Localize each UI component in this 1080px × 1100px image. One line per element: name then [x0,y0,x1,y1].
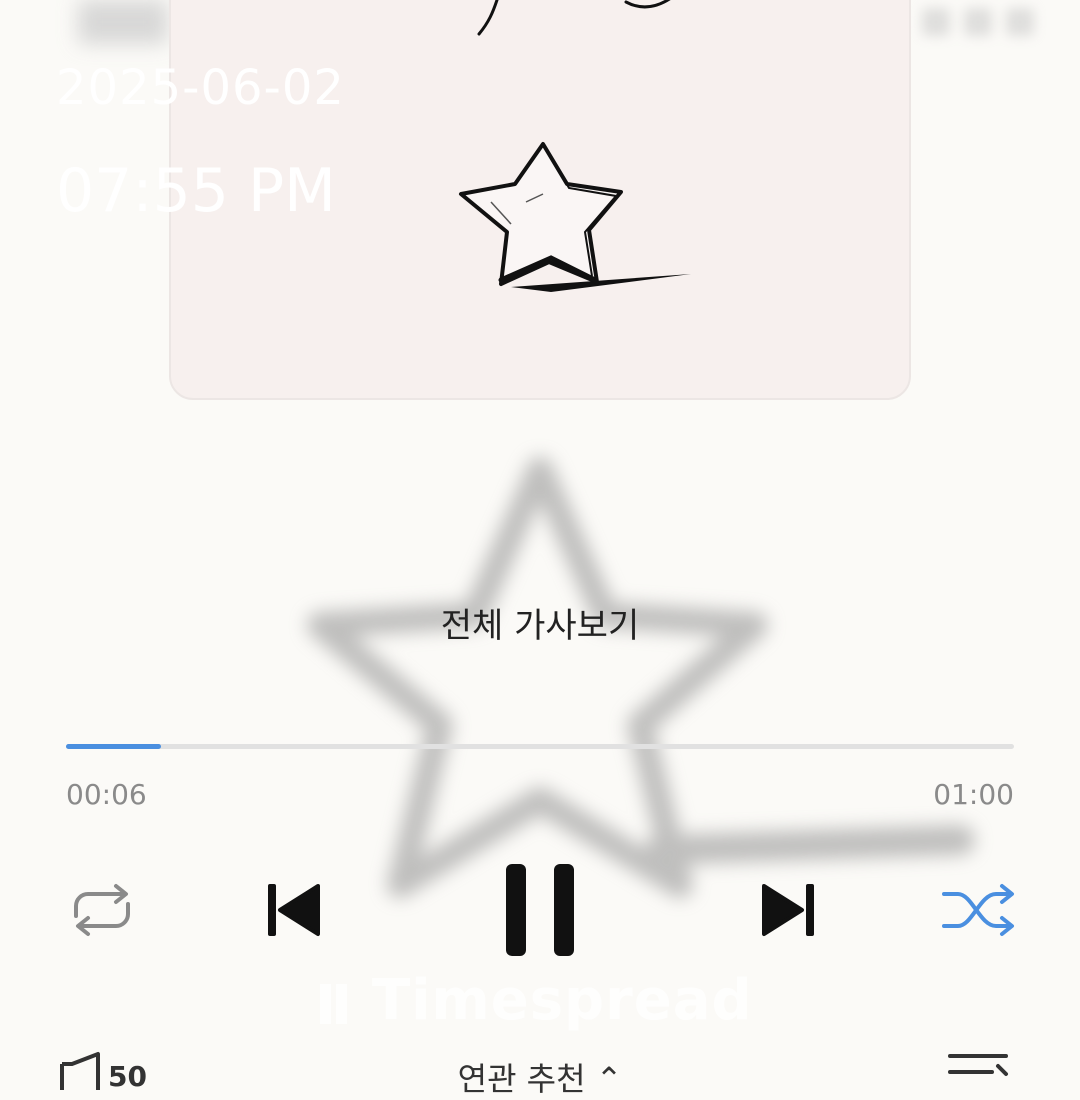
pause-icon[interactable] [502,862,578,958]
skip-previous-icon[interactable] [266,882,320,938]
progress-bar[interactable] [66,744,1014,749]
shuffle-icon[interactable] [940,880,1016,940]
blurred-header-actions [922,8,1062,48]
total-time: 01:00 [933,778,1014,811]
watermark-logo-icon [320,983,356,1024]
related-recommendations-button[interactable]: 연관 추천 ⌃ [0,1054,1080,1100]
overlay-time: 07:55 PM [56,156,336,226]
chevron-up-icon: ⌃ [595,1060,623,1098]
related-label: 연관 추천 [457,1060,586,1098]
playlist-icon[interactable] [946,1050,1010,1090]
full-lyrics-button[interactable]: 전체 가사보기 [0,598,1080,647]
repeat-icon[interactable] [62,880,142,940]
background-blur-art [307,457,975,898]
progress-fill [66,744,161,749]
skip-next-icon[interactable] [762,882,816,938]
overlay-date: 2025-06-02 [56,60,345,116]
watermark: Timespread [320,968,753,1033]
blurred-header-back [78,0,168,44]
elapsed-time: 00:06 [66,778,147,811]
